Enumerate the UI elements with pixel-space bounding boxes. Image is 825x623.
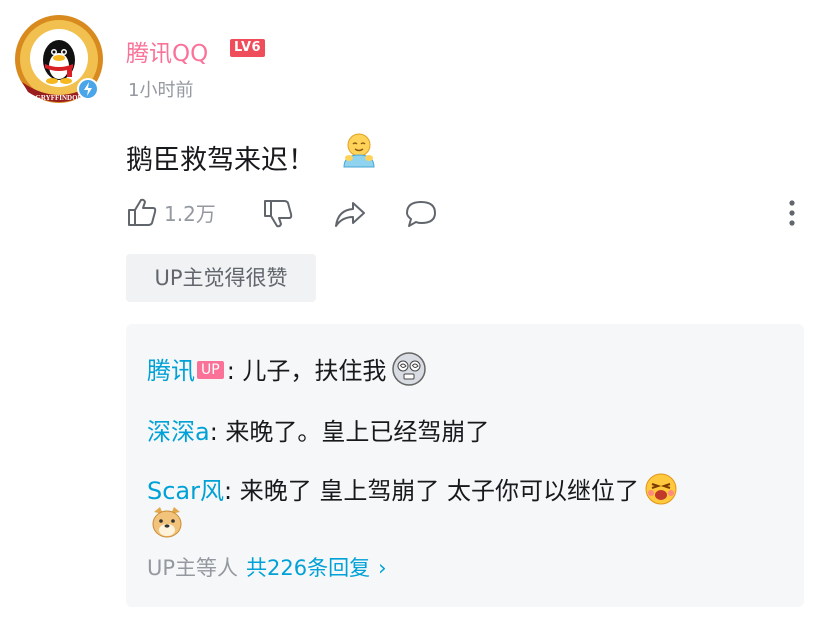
reply-summary-link[interactable]: UP主等人 共226条回复 › (147, 552, 387, 582)
avatar[interactable]: GRYFFINDOR (12, 12, 110, 110)
doge-emoji-icon (149, 504, 185, 546)
like-count: 1.2万 (164, 201, 216, 226)
reply-author[interactable]: Scar风 (147, 477, 224, 505)
dislike-button[interactable] (262, 198, 294, 230)
reply-item[interactable]: Scar风: 来晚了 皇上驾崩了 太子你可以继位了 (147, 471, 679, 513)
comment-text: 鹅臣救驾来迟！ (126, 145, 315, 176)
up-liked-tag: UP主觉得很赞 (126, 254, 316, 302)
reply-text: : 儿子，扶住我 (226, 357, 387, 385)
more-button[interactable] (782, 199, 802, 231)
comment-time: 1小时前 (128, 80, 194, 101)
username[interactable]: 腾讯QQ (126, 34, 208, 68)
reply-item[interactable]: 深深a: 来晚了。皇上已经驾崩了 (147, 412, 489, 447)
comment-icon (406, 201, 436, 227)
reply-text: : 来晚了 皇上驾崩了 太子你可以继位了 (224, 477, 639, 505)
level-badge: LV6 (230, 39, 266, 57)
share-button[interactable] (333, 198, 367, 230)
thumbs-up-icon (128, 198, 157, 226)
reply-total[interactable]: 共226条回复 (246, 556, 370, 580)
reply-preview-box[interactable]: 腾讯 UP: 儿子，扶住我 深深a: 来晚了。皇上已经驾崩了 Scar风: 来晚了… (126, 324, 804, 607)
thumbs-down-icon (264, 200, 293, 228)
reply-author[interactable]: 深深a (147, 418, 210, 446)
reply-author[interactable]: 腾讯 (147, 357, 195, 385)
share-icon (335, 202, 365, 227)
reply-summary-prefix: UP主等人 (147, 556, 239, 580)
up-badge: UP (197, 361, 224, 379)
excited-face-emoji-icon (643, 471, 679, 513)
svg-text:GRYFFINDOR: GRYFFINDOR (35, 94, 83, 102)
reply-button[interactable] (404, 198, 438, 230)
chevron-right-icon: › (378, 556, 387, 580)
dizzy-emoji-icon (390, 350, 428, 394)
reply-item[interactable]: 腾讯 UP: 儿子，扶住我 (147, 350, 428, 394)
hug-emoji-icon (339, 131, 379, 175)
more-vertical-icon (789, 200, 795, 226)
like-button[interactable]: 1.2万 (126, 196, 216, 228)
reply-text: : 来晚了。皇上已经驾崩了 (209, 418, 490, 446)
